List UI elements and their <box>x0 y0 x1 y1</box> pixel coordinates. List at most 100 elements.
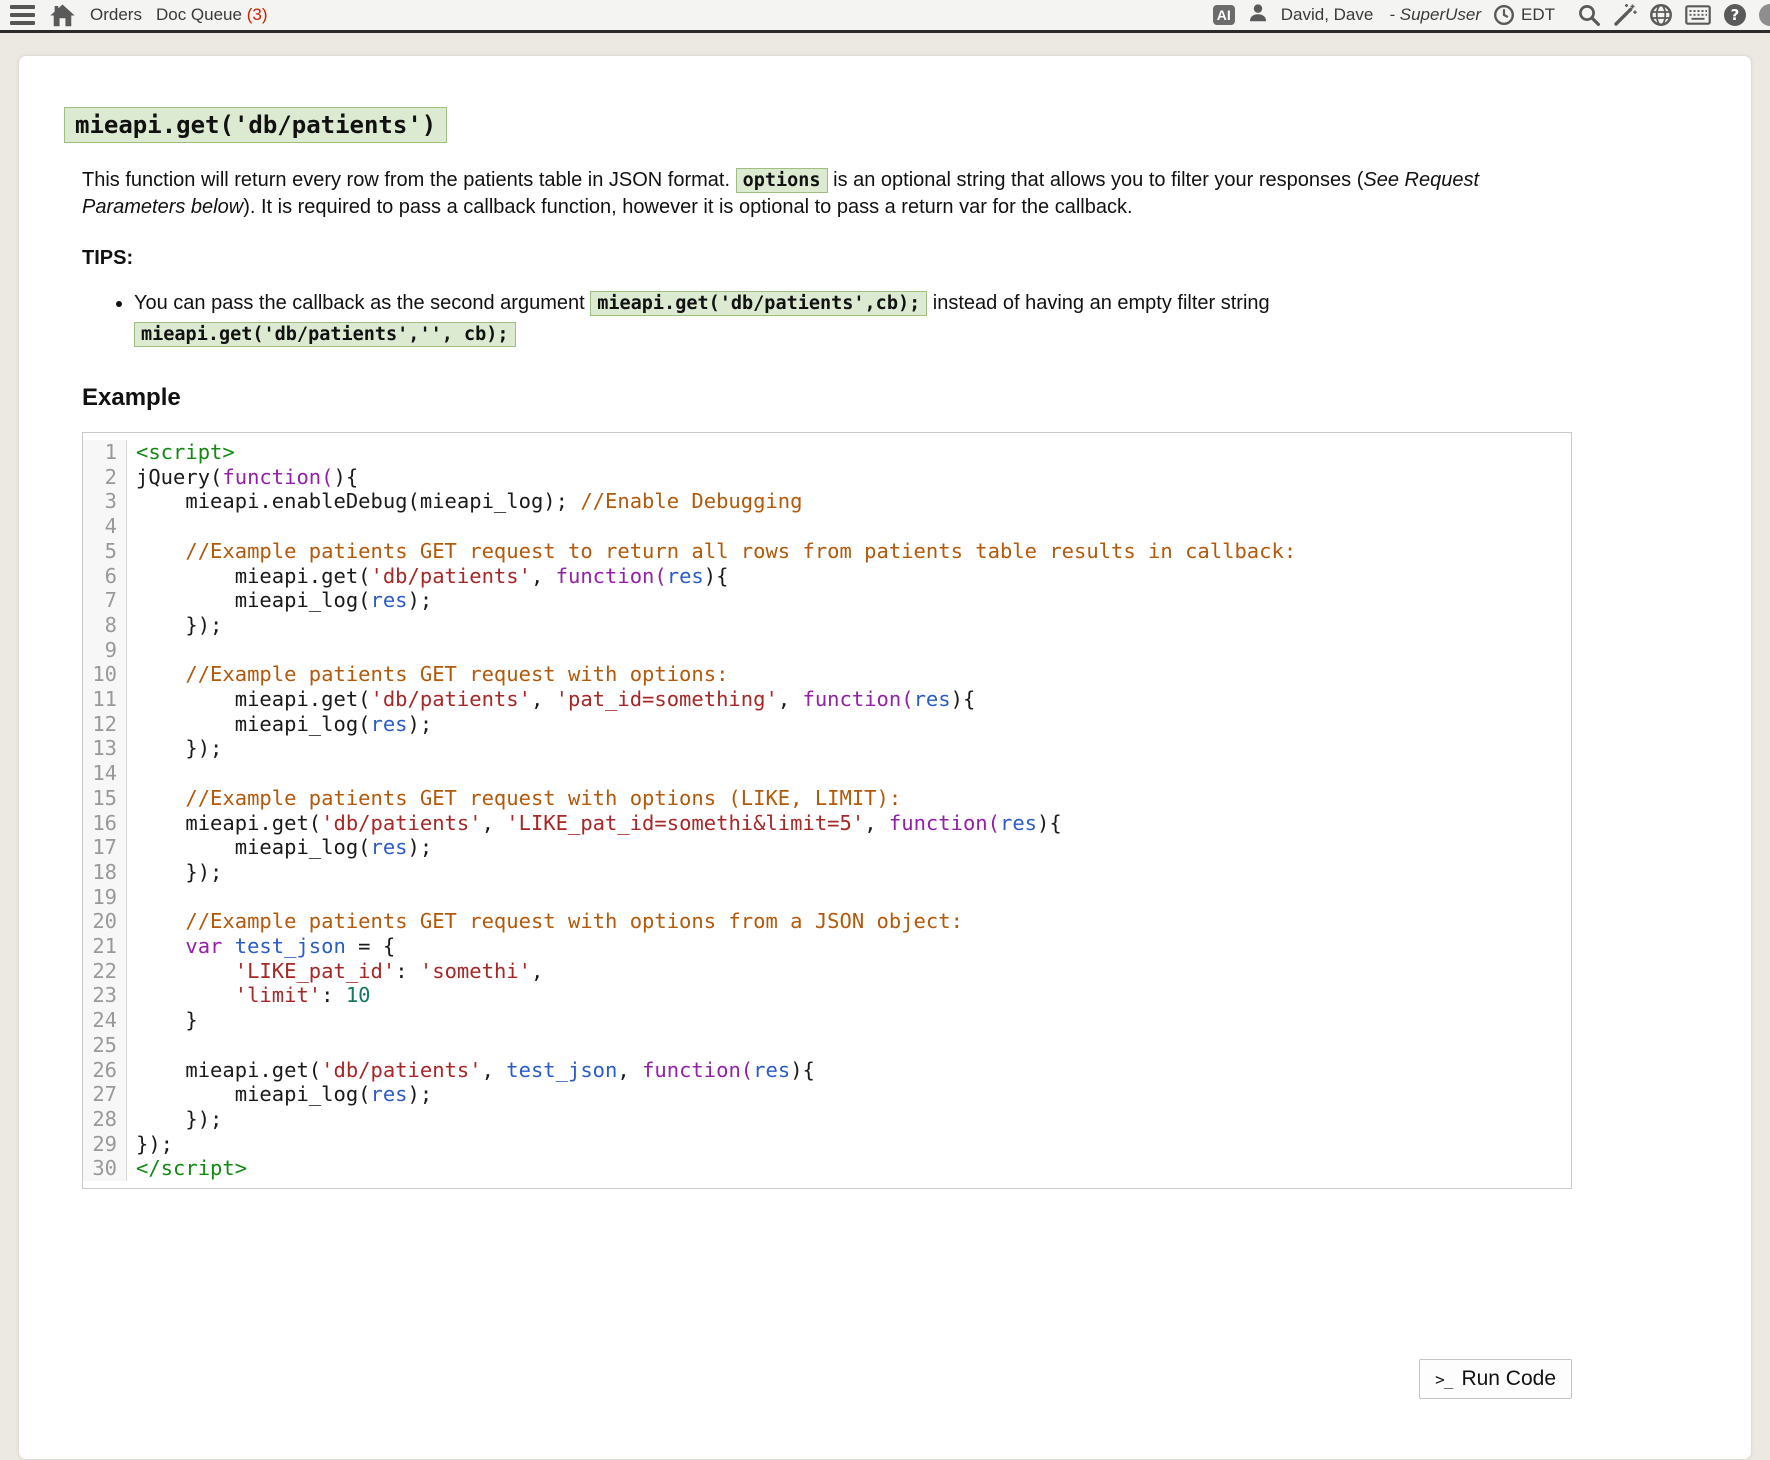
code-line: 23 'limit': 10 <box>83 983 1571 1008</box>
keyboard-icon[interactable] <box>1685 5 1711 25</box>
code-line: 17 mieapi_log(res); <box>83 835 1571 860</box>
line-number: 27 <box>83 1082 127 1107</box>
code-line-text <box>127 514 136 539</box>
line-number: 6 <box>83 564 127 589</box>
line-number: 28 <box>83 1107 127 1132</box>
code-line: 8 }); <box>83 613 1571 638</box>
code-line: 7 mieapi_log(res); <box>83 588 1571 613</box>
page-title: mieapi.get('db/patients') <box>64 104 1552 143</box>
code-line: 28 }); <box>83 1107 1571 1132</box>
code-line: 15 //Example patients GET request with o… <box>83 786 1571 811</box>
user-role: - SuperUser <box>1389 5 1481 25</box>
code-line: 26 mieapi.get('db/patients', test_json, … <box>83 1058 1571 1083</box>
inline-code: mieapi.get('db/patients',cb); <box>590 291 927 316</box>
topbar-left: Orders Doc Queue (3) <box>10 0 267 30</box>
line-number: 20 <box>83 909 127 934</box>
code-line-text: mieapi_log(res); <box>127 588 432 613</box>
line-number: 5 <box>83 539 127 564</box>
clock-icon[interactable] <box>1493 4 1515 26</box>
code-line-text: //Example patients GET request with opti… <box>127 786 901 811</box>
line-number: 4 <box>83 514 127 539</box>
tips-heading: TIPS: <box>82 247 1552 270</box>
code-line: 16 mieapi.get('db/patients', 'LIKE_pat_i… <box>83 811 1571 836</box>
code-line-text: }); <box>127 613 222 638</box>
wand-icon[interactable] <box>1613 3 1637 27</box>
run-button-row: >_ Run Code <box>64 1359 1572 1399</box>
code-line-text: }); <box>127 860 222 885</box>
line-number: 3 <box>83 489 127 514</box>
code-line-text: mieapi_log(res); <box>127 835 432 860</box>
code-line-text <box>127 1033 136 1058</box>
partial-icon[interactable] <box>1759 4 1770 26</box>
code-line-text: 'LIKE_pat_id': 'somethi', <box>127 959 543 984</box>
code-line-text: var test_json = { <box>127 934 395 959</box>
line-number: 8 <box>83 613 127 638</box>
code-line-text: </script> <box>127 1156 247 1181</box>
topbar-right: AI David, Dave - SuperUser EDT ? <box>1213 0 1770 30</box>
help-icon[interactable]: ? <box>1723 3 1747 27</box>
line-number: 7 <box>83 588 127 613</box>
doc-queue-label: Doc Queue <box>156 5 242 24</box>
user-name: David, Dave <box>1281 5 1374 25</box>
line-number: 29 <box>83 1132 127 1157</box>
nav-orders[interactable]: Orders <box>90 5 142 25</box>
page-background: mieapi.get('db/patients') This function … <box>0 33 1770 1460</box>
api-title-code: mieapi.get('db/patients') <box>64 107 447 143</box>
code-line: 24 } <box>83 1008 1571 1033</box>
line-number: 16 <box>83 811 127 836</box>
line-number: 19 <box>83 885 127 910</box>
timezone-label: EDT <box>1521 5 1555 25</box>
code-line: 9 <box>83 638 1571 663</box>
line-number: 21 <box>83 934 127 959</box>
code-line-text <box>127 638 136 663</box>
code-line-text: mieapi.get('db/patients', test_json, fun… <box>127 1058 815 1083</box>
doc-queue-count: (3) <box>247 5 268 24</box>
line-number: 24 <box>83 1008 127 1033</box>
top-navigation-bar: Orders Doc Queue (3) AI David, Dave - Su… <box>0 0 1770 33</box>
code-line: 27 mieapi_log(res); <box>83 1082 1571 1107</box>
code-line: 1<script> <box>83 440 1571 465</box>
code-line: 2jQuery(function(){ <box>83 465 1571 490</box>
line-number: 22 <box>83 959 127 984</box>
code-line: 22 'LIKE_pat_id': 'somethi', <box>83 959 1571 984</box>
code-line: 29}); <box>83 1132 1571 1157</box>
code-line: 10 //Example patients GET request with o… <box>83 662 1571 687</box>
line-number: 25 <box>83 1033 127 1058</box>
line-number: 17 <box>83 835 127 860</box>
code-line: 11 mieapi.get('db/patients', 'pat_id=som… <box>83 687 1571 712</box>
line-number: 14 <box>83 761 127 786</box>
code-line: 19 <box>83 885 1571 910</box>
code-line-text <box>127 885 136 910</box>
code-line-text: mieapi_log(res); <box>127 712 432 737</box>
run-code-label: Run Code <box>1461 1367 1556 1391</box>
inline-code: options <box>736 168 828 193</box>
line-number: 2 <box>83 465 127 490</box>
menu-icon[interactable] <box>10 5 35 25</box>
code-line: 14 <box>83 761 1571 786</box>
code-line: 6 mieapi.get('db/patients', function(res… <box>83 564 1571 589</box>
code-line-text: }); <box>127 1132 173 1157</box>
code-line: 12 mieapi_log(res); <box>83 712 1571 737</box>
run-code-button[interactable]: >_ Run Code <box>1419 1359 1572 1399</box>
search-icon[interactable] <box>1577 3 1601 27</box>
line-number: 26 <box>83 1058 127 1083</box>
globe-icon[interactable] <box>1649 3 1673 27</box>
line-number: 13 <box>83 736 127 761</box>
line-number: 9 <box>83 638 127 663</box>
code-line: 20 //Example patients GET request with o… <box>83 909 1571 934</box>
code-line-text: mieapi.get('db/patients', function(res){ <box>127 564 728 589</box>
line-number: 15 <box>83 786 127 811</box>
ai-badge[interactable]: AI <box>1213 5 1235 25</box>
line-number: 23 <box>83 983 127 1008</box>
code-example-block: 1<script>2jQuery(function(){3 mieapi.ena… <box>82 432 1572 1189</box>
code-line-text: mieapi.get('db/patients', 'LIKE_pat_id=s… <box>127 811 1062 836</box>
code-line: 3 mieapi.enableDebug(mieapi_log); //Enab… <box>83 489 1571 514</box>
home-icon[interactable] <box>49 2 76 29</box>
nav-doc-queue[interactable]: Doc Queue (3) <box>156 5 268 25</box>
svg-text:?: ? <box>1731 6 1740 24</box>
line-number: 11 <box>83 687 127 712</box>
example-heading: Example <box>82 384 1552 412</box>
line-number: 10 <box>83 662 127 687</box>
code-line-text: } <box>127 1008 198 1033</box>
terminal-prompt-icon: >_ <box>1435 1370 1452 1389</box>
